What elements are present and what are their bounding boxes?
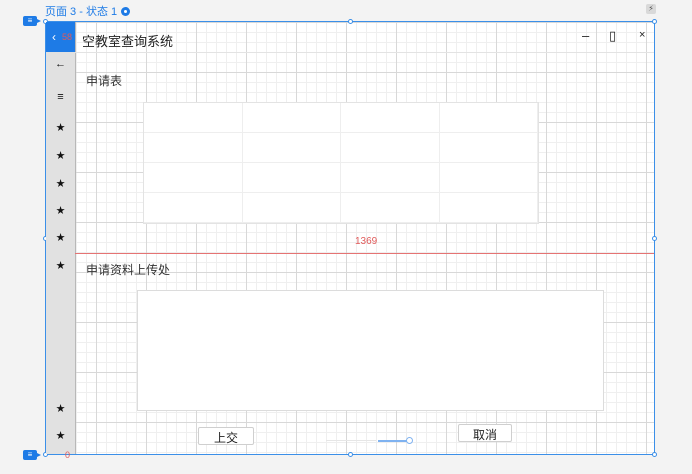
table-cell[interactable] <box>242 133 341 163</box>
table-cell[interactable] <box>439 103 538 133</box>
star-icon[interactable]: ★ <box>46 121 75 134</box>
table-cell[interactable] <box>439 163 538 193</box>
maximize-button[interactable]: ▯ <box>609 28 616 44</box>
table-cell[interactable] <box>439 133 538 163</box>
connector-line <box>326 440 376 441</box>
resize-handle-tr[interactable] <box>652 19 657 24</box>
upload-heading: 申请资料上传处 <box>86 263 171 277</box>
star-icon[interactable]: ★ <box>46 429 75 442</box>
app-title: 空教室查询系统 <box>82 34 174 49</box>
resize-handle-br[interactable] <box>652 452 657 457</box>
bottom-marker-icon[interactable]: ≡ <box>23 450 41 460</box>
submit-button[interactable]: 上交 <box>198 427 254 445</box>
table-cell[interactable] <box>144 163 243 193</box>
resize-handle-t[interactable] <box>348 19 353 24</box>
table-cell[interactable] <box>242 163 341 193</box>
table-cell[interactable] <box>341 193 440 223</box>
minimize-button[interactable]: – <box>582 28 589 43</box>
star-icon[interactable]: ★ <box>46 177 75 190</box>
close-button[interactable]: × <box>639 29 645 41</box>
table-cell[interactable] <box>144 193 243 223</box>
guide-line[interactable] <box>75 253 654 254</box>
menu-icon[interactable]: ≡ <box>46 91 75 103</box>
slider-track[interactable] <box>378 437 413 444</box>
table-cell[interactable] <box>242 103 341 133</box>
table-cell[interactable] <box>242 193 341 223</box>
bottom-readout: 0 <box>65 450 71 460</box>
resize-handle-b[interactable] <box>348 452 353 457</box>
resize-handle-r[interactable] <box>652 236 657 241</box>
star-icon[interactable]: ★ <box>46 402 75 415</box>
state-settings-icon[interactable] <box>121 6 131 16</box>
page-state-text: 页面 3 - 状态 1 <box>45 6 118 18</box>
star-icon[interactable]: ★ <box>46 259 75 272</box>
table-cell[interactable] <box>341 103 440 133</box>
table-cell[interactable] <box>439 193 538 223</box>
width-readout: 58 <box>62 32 73 42</box>
arrow-left-icon[interactable]: ← <box>46 58 75 70</box>
application-table[interactable] <box>143 102 539 224</box>
slider-handle[interactable] <box>406 437 413 444</box>
header-divider <box>75 52 654 53</box>
top-marker-icon[interactable]: ≡ <box>23 16 41 26</box>
table-cell[interactable] <box>144 103 243 133</box>
upload-area[interactable] <box>137 290 604 411</box>
table-cell[interactable] <box>341 133 440 163</box>
application-table-heading: 申请表 <box>86 74 123 88</box>
star-icon[interactable]: ★ <box>46 231 75 244</box>
sidebar-back-button[interactable]: ‹ 58 <box>46 22 75 52</box>
page-state-label[interactable]: 页面 3 - 状态 1 <box>45 3 131 19</box>
lightning-icon[interactable]: ⚡ <box>646 4 656 14</box>
star-icon[interactable]: ★ <box>46 204 75 217</box>
table-cell[interactable] <box>144 133 243 163</box>
sidebar: ‹ 58 ← ≡ ★ ★ ★ ★ ★ ★ ★ ★ 0 <box>46 22 76 460</box>
table-cell[interactable] <box>341 163 440 193</box>
cancel-button[interactable]: 取消 <box>458 424 512 442</box>
star-icon[interactable]: ★ <box>46 149 75 162</box>
canvas-frame: ‹ 58 ← ≡ ★ ★ ★ ★ ★ ★ ★ ★ 0 空教室查询系统 – ▯ ×… <box>43 19 657 460</box>
guide-position-label: 1369 <box>355 236 378 247</box>
back-arrow-icon: ‹ <box>52 30 56 44</box>
